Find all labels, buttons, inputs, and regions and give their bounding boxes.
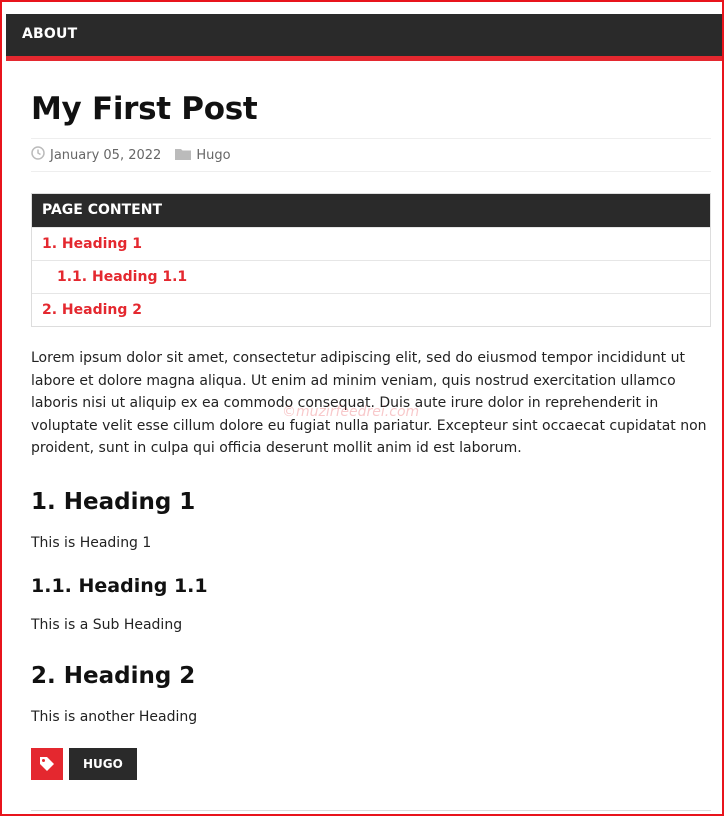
toc-item-heading-1-1[interactable]: 1.1. Heading 1.1 xyxy=(32,260,710,293)
divider xyxy=(31,810,711,811)
post-date-text: January 05, 2022 xyxy=(50,147,162,163)
heading-1-1-text: This is a Sub Heading xyxy=(31,616,183,633)
tag-icon xyxy=(31,747,63,780)
folder-icon xyxy=(175,147,196,164)
heading-1-1: 1.1. Heading 1.1 xyxy=(31,574,208,597)
intro-paragraph: Lorem ipsum dolor sit amet, consectetur … xyxy=(31,350,707,456)
tag-hugo[interactable]: HUGO xyxy=(69,747,137,780)
post-category: Hugo xyxy=(175,147,231,164)
toc-item-heading-1[interactable]: 1. Heading 1 xyxy=(32,227,710,260)
heading-1-text: This is Heading 1 xyxy=(31,534,152,551)
heading-2: 2. Heading 2 xyxy=(31,662,196,689)
post-category-link[interactable]: Hugo xyxy=(196,148,230,163)
post-article: My First Post January 05, 2022 Hugo PAGE… xyxy=(31,64,711,780)
clock-icon xyxy=(31,146,50,164)
top-nav: ABOUT xyxy=(6,14,722,61)
nav-about-link[interactable]: ABOUT xyxy=(22,26,77,42)
heading-1: 1. Heading 1 xyxy=(31,488,196,515)
toc-item-heading-2[interactable]: 2. Heading 2 xyxy=(32,293,710,326)
heading-2-text: This is another Heading xyxy=(31,708,198,725)
toc-heading: PAGE CONTENT xyxy=(32,194,710,227)
post-date: January 05, 2022 xyxy=(31,146,161,164)
post-meta: January 05, 2022 Hugo xyxy=(31,138,711,172)
browser-frame: ABOUT My First Post January 05, 2022 Hug… xyxy=(0,0,724,816)
post-tags: HUGO xyxy=(31,747,711,780)
post-title: My First Post xyxy=(31,91,258,127)
table-of-contents: PAGE CONTENT 1. Heading 1 1.1. Heading 1… xyxy=(31,193,711,327)
